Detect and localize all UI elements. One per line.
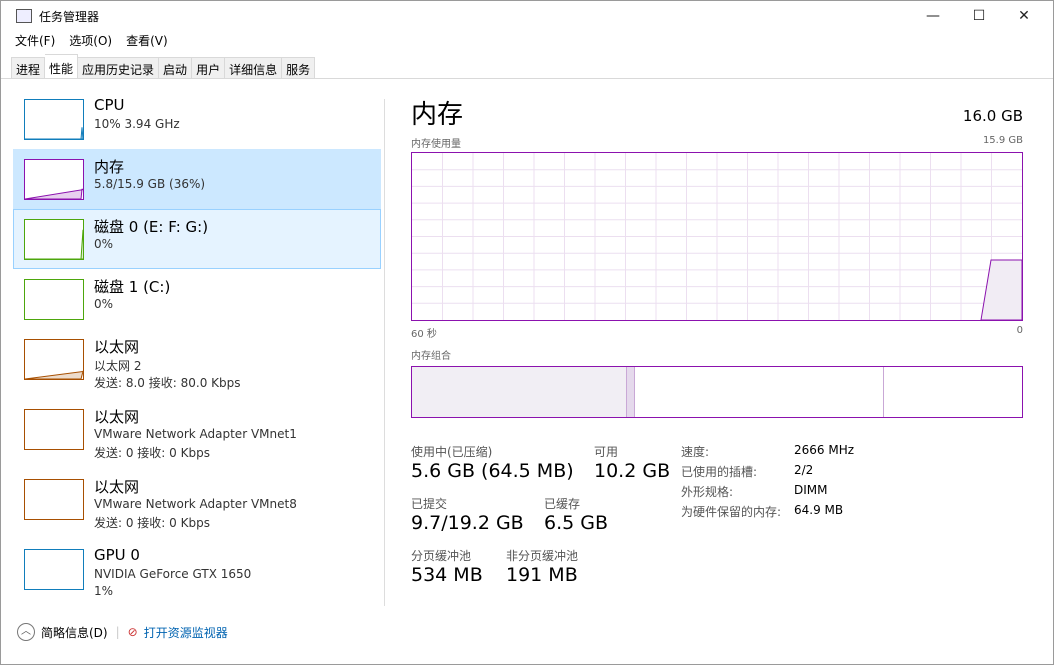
item-title: 以太网 xyxy=(94,336,139,357)
open-resource-monitor-link[interactable]: 打开资源监视器 xyxy=(144,624,228,641)
minimize-button[interactable]: — xyxy=(910,1,956,31)
time-right-label: 0 xyxy=(1017,325,1023,336)
available-value: 10.2 GB xyxy=(594,460,670,482)
item-subtitle: 10% 3.94 GHz xyxy=(94,117,180,131)
menu-options[interactable]: 选项(O) xyxy=(69,32,112,49)
mini-graph xyxy=(24,159,84,200)
task-manager-icon xyxy=(16,9,32,23)
item-detail: 发送: 0 接收: 0 Kbps xyxy=(94,514,210,531)
in-use-value: 5.6 GB (64.5 MB) xyxy=(411,460,574,482)
paged-pool-label: 分页缓冲池 xyxy=(411,547,471,564)
committed-value: 9.7/19.2 GB xyxy=(411,512,524,534)
item-subtitle: VMware Network Adapter VMnet1 xyxy=(94,427,297,441)
composition-standby[interactable] xyxy=(635,367,884,417)
memory-composition-bar xyxy=(411,366,1023,418)
tab-users[interactable]: 用户 xyxy=(192,57,225,79)
tab-divider xyxy=(1,78,1053,79)
item-title: 以太网 xyxy=(94,476,139,497)
paged-pool-value: 534 MB xyxy=(411,564,483,586)
tab-app-history[interactable]: 应用历史记录 xyxy=(78,57,159,79)
fewer-details-button[interactable]: 简略信息(D) xyxy=(41,624,108,641)
mini-graph xyxy=(24,549,84,590)
mini-graph xyxy=(24,219,84,260)
in-use-label: 使用中(已压缩) xyxy=(411,443,492,460)
cached-value: 6.5 GB xyxy=(544,512,608,534)
total-memory: 16.0 GB xyxy=(963,107,1023,125)
slots-label: 已使用的插槽: xyxy=(681,463,757,480)
item-subtitle: 0% xyxy=(94,297,113,311)
menu-bar: 文件(F) 选项(O) 查看(V) xyxy=(15,32,168,49)
separator: | xyxy=(116,625,120,639)
item-subtitle: 5.8/15.9 GB (36%) xyxy=(94,177,205,191)
tab-services[interactable]: 服务 xyxy=(282,57,315,79)
tab-bar: 进程 性能 应用历史记录 启动 用户 详细信息 服务 xyxy=(11,56,315,79)
item-detail: 发送: 0 接收: 0 Kbps xyxy=(94,444,210,461)
speed-value: 2666 MHz xyxy=(794,443,854,457)
cached-label: 已缓存 xyxy=(544,495,580,512)
item-subtitle: NVIDIA GeForce GTX 1650 xyxy=(94,567,251,581)
tab-startup[interactable]: 启动 xyxy=(159,57,192,79)
tab-performance[interactable]: 性能 xyxy=(45,54,78,79)
memory-usage-graph xyxy=(411,152,1023,321)
form-factor-label: 外形规格: xyxy=(681,483,733,500)
sidebar-item-disk-0[interactable]: 磁盘 0 (E: F: G:)0% xyxy=(13,209,381,269)
usage-label: 内存使用量 xyxy=(411,135,461,150)
hardware-reserved-value: 64.9 MB xyxy=(794,503,843,517)
usage-max: 15.9 GB xyxy=(983,135,1023,146)
chevron-up-icon[interactable]: ︿ xyxy=(17,623,35,641)
mini-graph xyxy=(24,409,84,450)
nonpaged-pool-value: 191 MB xyxy=(506,564,578,586)
item-detail: 发送: 8.0 接收: 80.0 Kbps xyxy=(94,374,241,391)
time-left-label: 60 秒 xyxy=(411,325,437,340)
sidebar-item-disk-1[interactable]: 磁盘 1 (C:)0% xyxy=(13,269,381,329)
composition-label: 内存组合 xyxy=(411,347,451,362)
sidebar-item-memory[interactable]: 内存5.8/15.9 GB (36%) xyxy=(13,149,381,209)
close-button[interactable]: ✕ xyxy=(1001,1,1047,31)
maximize-button[interactable]: ☐ xyxy=(956,1,1002,31)
speed-label: 速度: xyxy=(681,443,709,460)
composition-modified[interactable] xyxy=(627,367,635,417)
task-manager-window: 任务管理器 — ☐ ✕ 文件(F) 选项(O) 查看(V) 进程 性能 应用历史… xyxy=(0,0,1054,665)
item-title: 磁盘 1 (C:) xyxy=(94,276,170,297)
item-subtitle: VMware Network Adapter VMnet8 xyxy=(94,497,297,511)
form-factor-value: DIMM xyxy=(794,483,828,497)
item-title: 内存 xyxy=(94,156,124,177)
composition-free[interactable] xyxy=(884,367,1022,417)
nonpaged-pool-label: 非分页缓冲池 xyxy=(506,547,578,564)
window-title: 任务管理器 xyxy=(39,8,99,25)
sidebar-item-ethernet-vmnet1[interactable]: 以太网VMware Network Adapter VMnet1 发送: 0 接收… xyxy=(13,399,381,469)
sidebar-item-ethernet-2[interactable]: 以太网以太网 2发送: 8.0 接收: 80.0 Kbps xyxy=(13,329,381,399)
menu-file[interactable]: 文件(F) xyxy=(15,32,55,49)
item-title: CPU xyxy=(94,96,125,114)
available-label: 可用 xyxy=(594,443,618,460)
mini-graph xyxy=(24,99,84,140)
footer: ︿ 简略信息(D) | ⊘ 打开资源监视器 xyxy=(17,623,228,641)
sidebar-item-gpu-0[interactable]: GPU 0 NVIDIA GeForce GTX 1650 1% xyxy=(13,539,381,609)
item-subtitle: 以太网 2 xyxy=(94,357,141,374)
page-title: 内存 xyxy=(411,94,463,131)
slots-value: 2/2 xyxy=(794,463,813,477)
item-title: GPU 0 xyxy=(94,546,140,564)
title-bar: 任务管理器 — ☐ ✕ xyxy=(1,1,1053,31)
resource-monitor-icon: ⊘ xyxy=(128,625,138,639)
item-subtitle: 0% xyxy=(94,237,113,251)
item-detail: 1% xyxy=(94,584,113,598)
committed-label: 已提交 xyxy=(411,495,447,512)
menu-view[interactable]: 查看(V) xyxy=(126,32,168,49)
mini-graph xyxy=(24,339,84,380)
tab-details[interactable]: 详细信息 xyxy=(225,57,282,79)
memory-usage-area xyxy=(981,260,1022,320)
composition-in-use[interactable] xyxy=(412,367,627,417)
sidebar-item-cpu[interactable]: CPU 10% 3.94 GHz xyxy=(13,89,381,149)
hardware-reserved-label: 为硬件保留的内存: xyxy=(681,503,781,520)
mini-graph xyxy=(24,279,84,320)
tab-processes[interactable]: 进程 xyxy=(11,57,45,79)
item-title: 磁盘 0 (E: F: G:) xyxy=(94,216,208,237)
mini-graph xyxy=(24,479,84,520)
sidebar-item-ethernet-vmnet8[interactable]: 以太网VMware Network Adapter VMnet8 发送: 0 接收… xyxy=(13,469,381,539)
item-title: 以太网 xyxy=(94,406,139,427)
panel-divider[interactable] xyxy=(384,99,385,606)
